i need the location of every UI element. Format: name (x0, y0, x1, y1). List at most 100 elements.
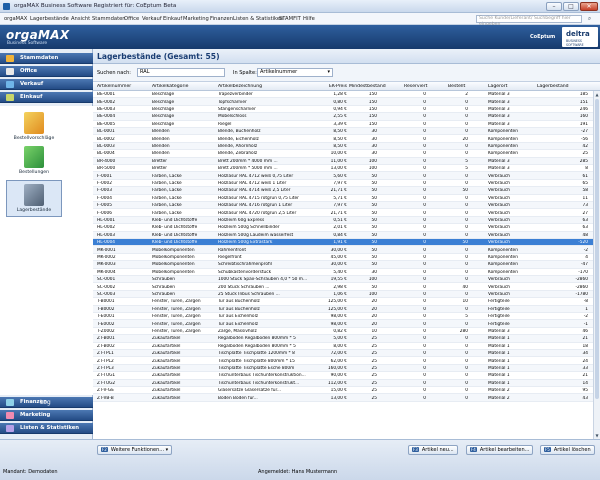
menu-ansicht[interactable]: Ansicht (71, 16, 90, 22)
table-row[interactable]: HL-0001 Kleb- und Dichtstoffe Holzleim 60g… (93, 216, 593, 225)
cell-lagerort: Material 3 (488, 99, 510, 105)
table-row[interactable]: BL-0003 Blenden Blende, Ahornholz 8,50 € 30 0… (93, 142, 593, 151)
global-search-input[interactable]: Suche Kunde/Lieferant/ Suchbegriff hier … (476, 15, 582, 27)
scroll-up-icon[interactable]: ▲ (594, 91, 600, 98)
table-row[interactable]: F-0002 Farben, Lacke Holzlasur RAL 4712 we… (93, 180, 593, 188)
table-row[interactable]: BE-0003 Beschläge Stangenscharnier 0,94 € 15… (93, 106, 593, 114)
table-row[interactable]: T-E0001 Fenster, Türen, Zargen Tür aus Eic… (93, 313, 593, 321)
menu-stamfit[interactable]: STAMFIT (279, 16, 301, 22)
table-row[interactable]: SC-0001 Schrauben 1000 Stück Spax-Schraube… (93, 276, 593, 284)
table-row[interactable]: ZT-TPL1 Zukaufartikel Tischplatte Tischpla… (93, 350, 593, 358)
header-reserviert[interactable]: Reserviert (404, 84, 439, 89)
cell-artikelkategorie: Zukaufartikel (152, 343, 181, 349)
cell-lagerbestand: 33 (582, 365, 588, 371)
table-row[interactable]: SC-0003 Schrauben 25 Stück Inbus Schrauben… (93, 290, 593, 299)
table-row[interactable]: ZT-TUG1 Zukaufartikel Tischunterbaus Tisch… (93, 372, 593, 380)
header-lagerbestand[interactable]: Lagerbestand (537, 84, 590, 89)
header-artikelnummer[interactable]: Artikelnummer (97, 84, 147, 89)
maximize-button[interactable]: □ (563, 2, 579, 11)
menu-lagerbestaende[interactable]: Lagerbestände (30, 16, 69, 22)
table-row[interactable]: ZT-TUG2 Zukaufartikel Tischunterbaus Tisch… (93, 379, 593, 387)
table-row[interactable]: SC-0002 Schrauben 200 Stück Schrauben ... 2… (93, 283, 593, 291)
nav-section-verkauf[interactable]: Verkauf (0, 79, 93, 90)
table-row[interactable]: F-0006 Farben, Lacke Holzlasur RAL 4720 ro… (93, 209, 593, 217)
table-row[interactable]: ZT-V-GE Zukaufartikel Glasersätze Glasersä… (93, 387, 593, 395)
vertical-scrollbar[interactable]: ▲ ▼ (593, 91, 600, 439)
table-row[interactable]: T-E0002 Fenster, Türen, Zargen Tür aus Eic… (93, 320, 593, 328)
cell-ek-preis: 15,00 € (330, 388, 347, 394)
cell-artikelbezeichnung: Holzleim 60g Express (218, 217, 265, 223)
header-mindestbestand[interactable]: Mindestbestand (349, 84, 399, 89)
table-row[interactable]: F-0005 Farben, Lacke Holzlasur RAL 4716 ro… (93, 202, 593, 210)
table-row[interactable]: BR-5000 Bretter Brett 200mm * 5000 mm ... 1… (93, 165, 593, 173)
cell-artikelkategorie: Bretter (152, 158, 168, 164)
table-row[interactable]: ZT-TPL3 Zukaufartikel Tischplatte Tischpla… (93, 364, 593, 373)
table-row[interactable]: F-0004 Farben, Lacke Holzlasur RAL 4715 ro… (93, 195, 593, 202)
table-row[interactable]: T-B0002 Fenster, Türen, Zargen Tür aus Buc… (93, 305, 593, 313)
table-row[interactable]: BE-0002 Beschläge Topfscharnier 0,80 € 150 0 0… (93, 98, 593, 106)
edit-article-button[interactable]: F4 Artikel bearbeiten... (466, 445, 534, 455)
scroll-down-icon[interactable]: ▼ (594, 432, 600, 439)
close-button[interactable]: ✕ (580, 2, 598, 11)
header-artikelbezeichnung[interactable]: Artikelbezeichnung (218, 84, 298, 89)
nav-section-einkauf[interactable]: Einkauf (0, 92, 93, 103)
menu-marketing[interactable]: Marketing (183, 16, 209, 22)
menu-hilfe[interactable]: Hilfe (303, 16, 315, 22)
nav-section-stammdaten[interactable]: Stammdaten (0, 53, 93, 64)
orgamax-logo: orgaMAX (6, 28, 70, 42)
table-row[interactable]: HL-0002 Kleb- und Dichtstoffe Holzleim 500… (93, 224, 593, 232)
menu-office[interactable]: Office (124, 16, 139, 22)
cell-artikelkategorie: Blenden (152, 136, 170, 142)
table-row[interactable]: MK-0002 Möbelkomponenten Riegelfront 45,00 … (93, 254, 593, 262)
table-row[interactable]: HL-0004 Kleb- und Dichtstoffe Holzleim 500… (93, 239, 593, 247)
cell-artikelkategorie: Schrauben (152, 277, 176, 283)
scroll-thumb[interactable] (595, 99, 599, 399)
nav-section-label: Listen & Statistiken (20, 425, 80, 431)
table-row[interactable]: HL-0003 Kleb- und Dichtstoffe Holzleim 500… (93, 231, 593, 239)
table-row[interactable]: F-0003 Farben, Lacke Holzlasur RAL 4714 we… (93, 187, 593, 195)
search-input[interactable]: RAL (137, 68, 225, 77)
header-ek-preis[interactable]: EK-Preis (317, 84, 347, 89)
minimize-button[interactable]: – (546, 2, 562, 11)
column-select[interactable]: Artikelnummer ▾ (257, 68, 333, 77)
table-row[interactable]: MK-0004 Möbelkomponenten Schubkastenvorder… (93, 269, 593, 276)
menu-listen-statistiken[interactable]: Listen & Statistiken (233, 16, 283, 22)
menu-stammdaten[interactable]: Stammdaten (92, 16, 126, 22)
header-lagerort[interactable]: Lagerort (488, 84, 528, 89)
more-functions-button[interactable]: F2 Weitere Funktionen... ▾ (97, 445, 173, 455)
table-row[interactable]: ZT-VB-B Zukaufartikel Boden Boden für... 13… (93, 394, 593, 402)
table-row[interactable]: BL-0002 Blenden Blende, Eichenholz 8,50 € 30… (93, 135, 593, 143)
tile-bestellungen[interactable]: Bestellungen (6, 146, 62, 175)
nav-section-listen[interactable]: Listen & Statistiken (0, 423, 93, 434)
cell-lagerort: Verbrauch (488, 210, 510, 216)
new-article-button[interactable]: F3 Artikel neu... (408, 445, 458, 455)
table-row[interactable]: BL-0004 Blenden Blende, Zebraholz 10,00 € 30… (93, 150, 593, 158)
search-icon[interactable]: ⌕ (585, 15, 594, 23)
table-row[interactable]: BL-0001 Blenden Blende, Buchenholz 8,50 € 30… (93, 128, 593, 136)
tile-bestellvorschlaege[interactable]: Bestellvorschläge (6, 112, 62, 141)
table-row[interactable]: MK-0001 Möbelkomponenten Rahmenfront 30,00 … (93, 246, 593, 254)
nav-section-marketing[interactable]: Marketing (0, 410, 93, 421)
cell-reserviert: 0 (423, 114, 426, 120)
menu-verkauf[interactable]: Verkauf (142, 16, 162, 22)
header-bestellt[interactable]: Bestellt (448, 84, 478, 89)
table-row[interactable]: MK-0003 Möbelkomponenten Schreibtischrahme… (93, 261, 593, 269)
header-artikelkategorie[interactable]: Artikelkategorie (152, 84, 207, 89)
table-row[interactable]: ZT-B002 Zukaufartikel Regalboden Regalbode… (93, 343, 593, 350)
table-row[interactable]: T-B0001 Fenster, Türen, Zargen Tür aus Buc… (93, 298, 593, 306)
table-row[interactable]: BE-0004 Beschläge Möbelschloss 2,55 € 150 0 0 M… (93, 113, 593, 121)
nav-section-office[interactable]: Office (0, 66, 93, 77)
table-row[interactable]: F-0001 Farben, Lacke Holzlasur RAL 4712 we… (93, 172, 593, 180)
table-row[interactable]: T-Z0002 Fenster, Türen, Zargen Zarge, Mass… (93, 328, 593, 336)
table-row[interactable]: ZT-TPL2 Zukaufartikel Tischplatte Tischpla… (93, 357, 593, 365)
cell-bestellt: 0 (465, 380, 468, 386)
menu-orgamax[interactable]: orgaMAX (4, 16, 27, 22)
delete-article-button[interactable]: F5 Artikel löschen (540, 445, 595, 455)
table-row[interactable]: ZT-B001 Zukaufartikel Regalboden Regalbode… (93, 335, 593, 343)
menu-finanzen[interactable]: Finanzen (210, 16, 233, 22)
table-row[interactable]: BE-0005 Beschläge Riegel 3,39 € 150 0 0 Materia… (93, 121, 593, 128)
tile-lagerbestaende[interactable]: Lagerbestände (6, 180, 62, 217)
menu-einkauf[interactable]: Einkauf (163, 16, 182, 22)
table-row[interactable]: BE-0001 Beschläge Trapezverbinder 1,28 € 150… (93, 91, 593, 99)
table-row[interactable]: BR-4000 Bretter Brett 200mm * 4000 mm ... 1… (93, 157, 593, 165)
